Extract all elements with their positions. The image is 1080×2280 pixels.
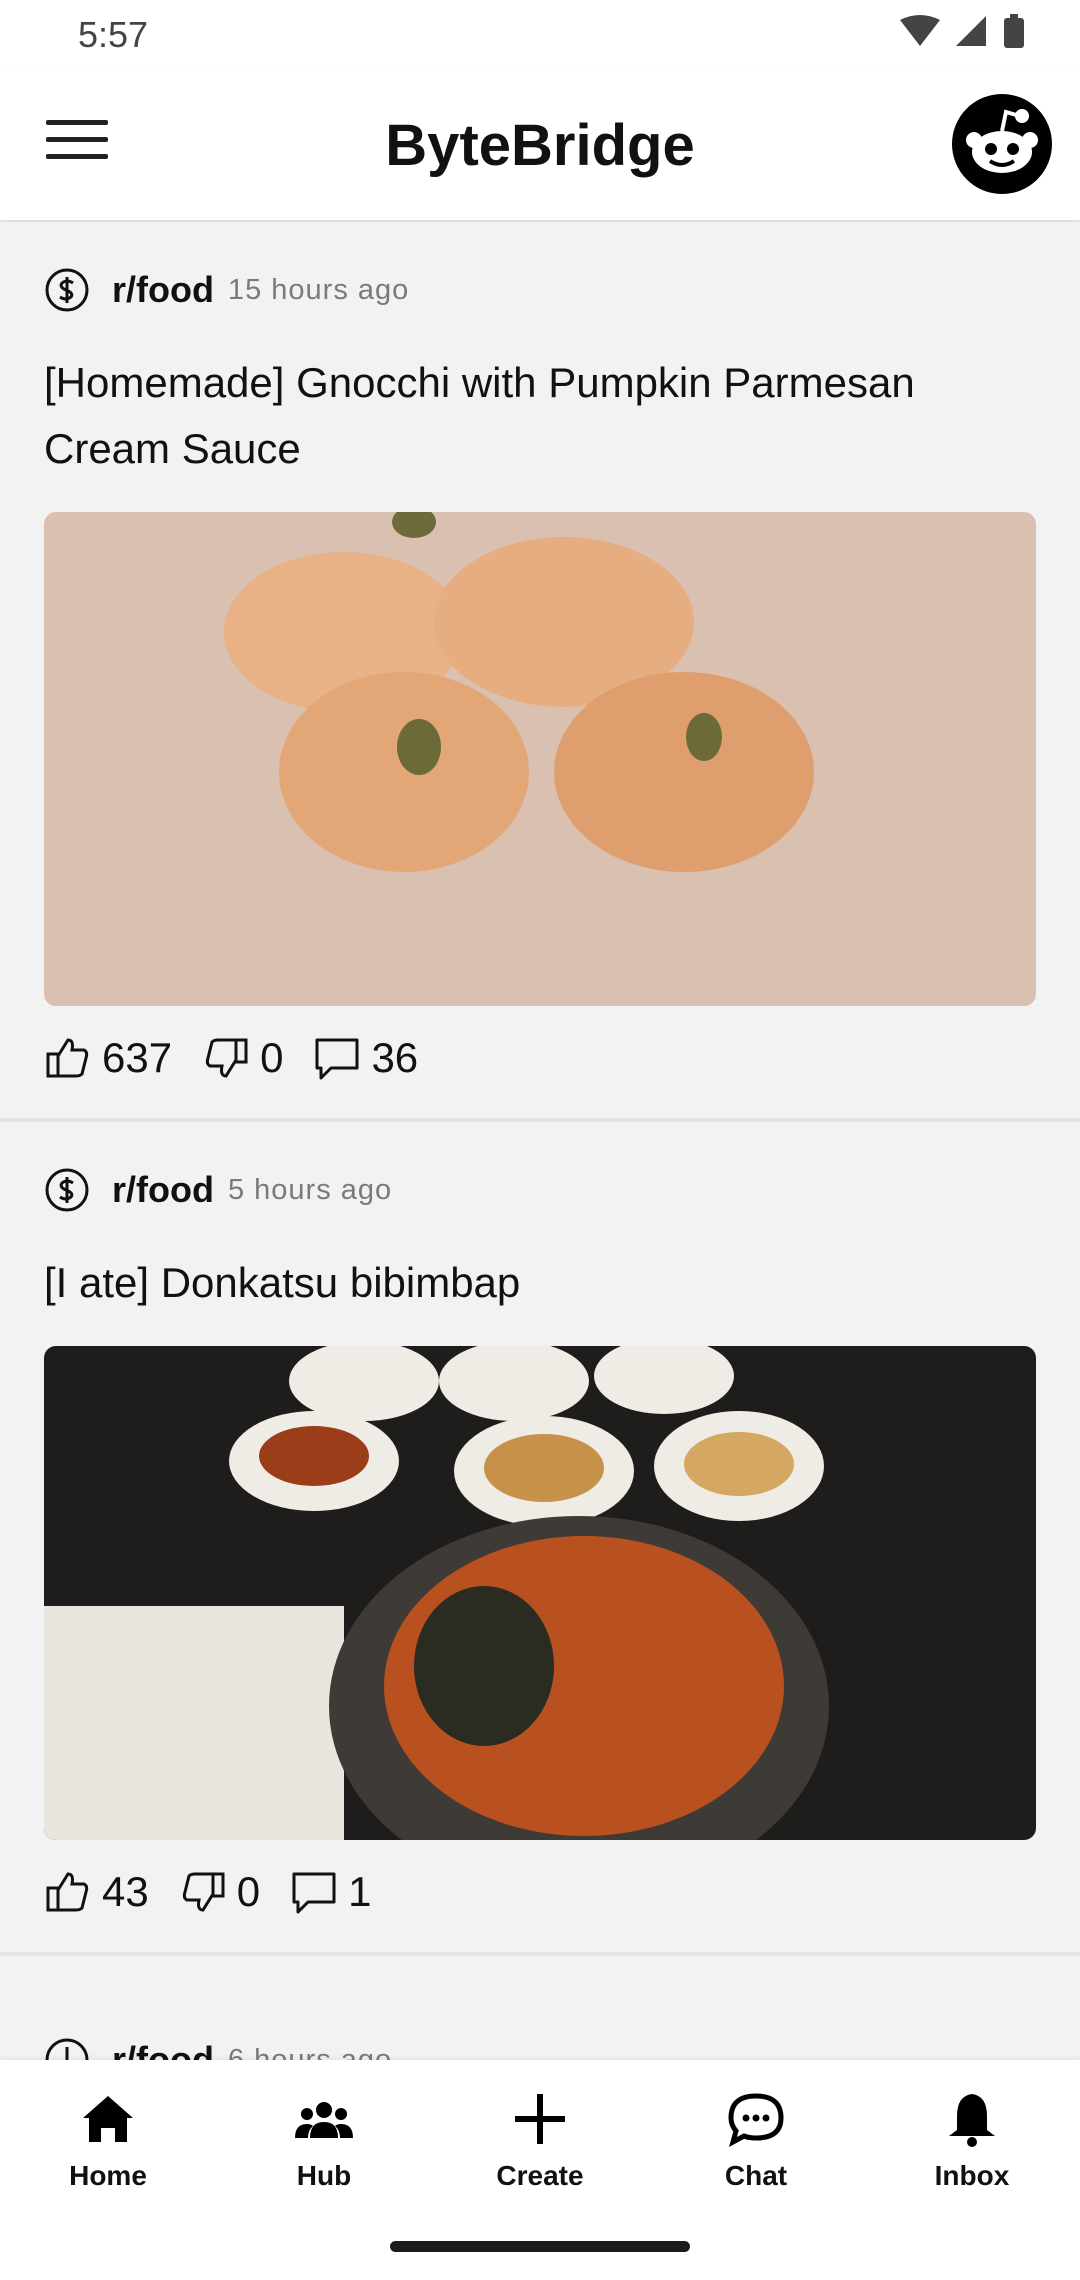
nav-label: Hub: [296, 2160, 352, 2191]
nav-create[interactable]: Create: [432, 2088, 648, 2192]
dollar-circle-icon: [45, 2038, 89, 2062]
downvote-button[interactable]: 0: [202, 1034, 283, 1082]
subreddit-link[interactable]: r/food: [112, 1169, 214, 1211]
upvote-button[interactable]: 43: [44, 1868, 149, 1916]
home-indicator[interactable]: [390, 2241, 690, 2252]
feed: r/food 15 hours ago [Homemade] Gnocchi w…: [0, 222, 1080, 1956]
nav-label: Inbox: [934, 2160, 1010, 2191]
nav-home[interactable]: Home: [0, 2088, 216, 2192]
comment-count: 1: [348, 1868, 372, 1915]
nav-label: Chat: [724, 2160, 788, 2191]
comments-button[interactable]: 36: [313, 1034, 418, 1082]
thumbs-down-icon: [205, 1038, 248, 1078]
nav-label: Create: [496, 2160, 584, 2191]
thumbs-up-icon: [46, 1872, 89, 1912]
post-title[interactable]: [I ate] Donkatsu bibimbap: [44, 1250, 1036, 1316]
upvote-count: 637: [102, 1034, 173, 1081]
avatar-button[interactable]: [952, 94, 1052, 194]
thumbs-up-icon: [46, 1038, 89, 1078]
comment-count: 36: [371, 1034, 419, 1081]
subreddit-link[interactable]: r/food: [112, 2039, 214, 2062]
downvote-count: 0: [236, 1868, 261, 1915]
reddit-alien-icon: [966, 109, 1038, 173]
post-actions: 637 0 36: [44, 1028, 1036, 1088]
post-time: 15 hours ago: [227, 273, 410, 306]
app-bar: ByteBridge: [0, 72, 1080, 220]
upvote-button[interactable]: 637: [44, 1034, 172, 1082]
downvote-count: 0: [260, 1034, 284, 1081]
upvote-count: 43: [102, 1868, 149, 1915]
plus-icon: [515, 2094, 565, 2144]
status-time: 5:57: [78, 14, 149, 55]
post-card[interactable]: r/food 15 hours ago [Homemade] Gnocchi w…: [0, 222, 1080, 1122]
comment-icon: [315, 1038, 359, 1080]
post-meta: r/food 15 hours ago: [44, 266, 1036, 314]
bell-icon: [949, 2094, 995, 2147]
post-time: 5 hours ago: [227, 1173, 393, 1206]
post-image[interactable]: [44, 512, 1036, 1006]
dollar-circle-icon: [45, 268, 89, 312]
nav-hub[interactable]: Hub: [216, 2088, 432, 2192]
app-title: ByteBridge: [385, 113, 695, 178]
subreddit-link[interactable]: r/food: [112, 269, 214, 311]
chat-icon: [728, 2093, 784, 2148]
comments-button[interactable]: 1: [290, 1868, 371, 1916]
comment-icon: [292, 1872, 336, 1914]
people-icon: [295, 2102, 353, 2138]
thumbs-down-icon: [182, 1872, 225, 1912]
nav-chat[interactable]: Chat: [648, 2088, 864, 2192]
post-card[interactable]: r/food 5 hours ago [I ate] Donkatsu bibi…: [0, 1122, 1080, 1956]
wifi-signal-battery-icon: [900, 14, 1024, 48]
food-photo: [44, 512, 1036, 1006]
status-bar: 5:57: [0, 0, 1080, 72]
post-meta: r/food 6 hours ago: [44, 2036, 392, 2062]
nav-inbox[interactable]: Inbox: [864, 2088, 1080, 2192]
nav-label: Home: [69, 2160, 147, 2191]
dollar-circle-icon: [45, 1168, 89, 1212]
post-image[interactable]: [44, 1346, 1036, 1840]
downvote-button[interactable]: 0: [179, 1868, 260, 1916]
home-icon: [83, 2096, 133, 2142]
post-actions: 43 0 1: [44, 1862, 1036, 1922]
post-title[interactable]: [Homemade] Gnocchi with Pumpkin Parmesan…: [44, 350, 1036, 482]
post-meta: r/food 5 hours ago: [44, 1166, 1036, 1214]
status-icons: [900, 14, 1040, 59]
food-photo: [44, 1346, 1036, 1840]
post-card-partial[interactable]: r/food 6 hours ago: [0, 1992, 1080, 2062]
